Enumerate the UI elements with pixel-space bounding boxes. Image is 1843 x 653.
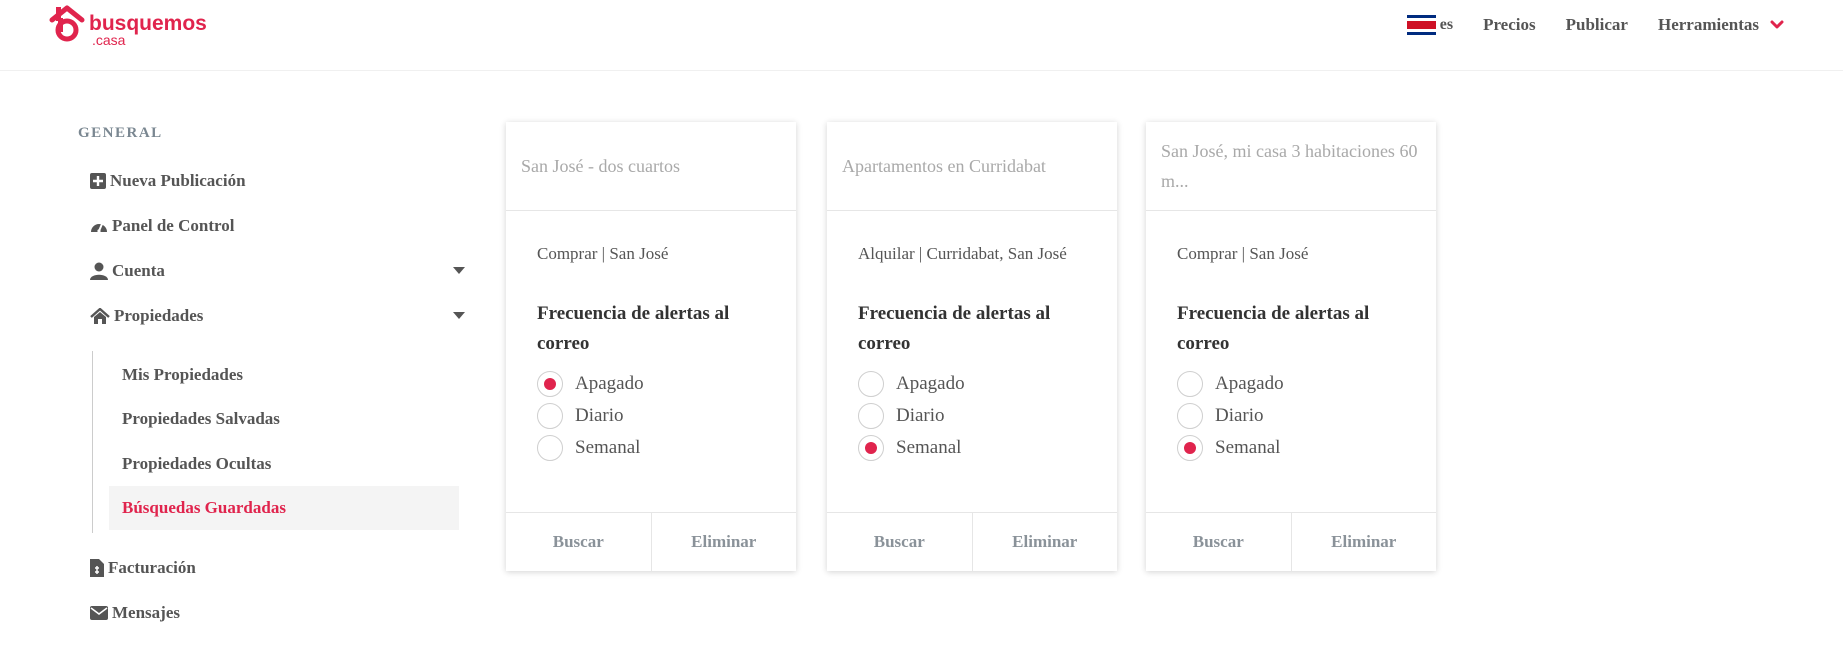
search-title[interactable]: San José, mi casa 3 habitaciones 60 m... [1146,122,1436,211]
radio-option-apagado[interactable]: Apagado [537,368,765,400]
sidebar-item-label: Panel de Control [112,216,235,235]
delete-button[interactable]: Eliminar [971,513,1118,571]
house-logo-icon [49,5,85,42]
saved-search-card: Apartamentos en Curridabat Alquilar | Cu… [827,122,1117,571]
top-header: busquemos .casa es Precios Publicar Herr… [0,0,1843,71]
radio-option-diario[interactable]: Diario [537,400,765,432]
sidebar-item-label: Mensajes [112,603,180,622]
alert-frequency-label: Frecuencia de alertas al correo [858,303,1051,354]
alert-frequency-label: Frecuencia de alertas al correo [1177,303,1370,354]
brand-sub: .casa [92,32,126,48]
radio-option-diario[interactable]: Diario [858,400,1086,432]
card-actions: Buscar Eliminar [827,512,1117,571]
user-icon [90,262,108,280]
nav-link-publicar[interactable]: Publicar [1566,15,1628,35]
radio-button[interactable] [1177,435,1203,461]
sidebar-item-nueva-publicacion[interactable]: Nueva Publicación [90,163,465,199]
nav-link-precios[interactable]: Precios [1483,15,1536,35]
language-selector[interactable]: es [1406,15,1454,35]
sidebar-item-facturacion[interactable]: Facturación [90,550,465,586]
alert-frequency-group: Apagado Diario Semanal [858,368,1086,464]
dashboard-icon [91,223,107,233]
submenu-divider [92,351,93,533]
radio-option-apagado[interactable]: Apagado [1177,368,1405,400]
caret-down-icon [453,312,465,319]
brand-logo[interactable]: busquemos .casa [47,4,227,48]
radio-button[interactable] [858,435,884,461]
radio-option-semanal[interactable]: Semanal [858,432,1086,464]
radio-label: Diario [896,405,945,426]
search-meta: Comprar | San José [537,244,669,263]
radio-button[interactable] [858,403,884,429]
radio-option-semanal[interactable]: Semanal [537,432,765,464]
radio-label: Diario [1215,405,1264,426]
sidebar-subitem-propiedades-salvadas[interactable]: Propiedades Salvadas [109,397,459,441]
envelope-icon [90,606,108,620]
search-title[interactable]: San José - dos cuartos [506,122,796,211]
plus-square-icon [90,173,106,189]
card-actions: Buscar Eliminar [506,512,796,571]
radio-label: Semanal [896,437,962,458]
radio-label: Semanal [575,437,641,458]
sidebar: GENERAL Nueva Publicación Panel de Contr… [0,71,470,653]
home-icon [90,307,110,324]
radio-option-apagado[interactable]: Apagado [858,368,1086,400]
radio-option-diario[interactable]: Diario [1177,400,1405,432]
language-label: es [1439,16,1454,33]
search-button[interactable]: Buscar [506,513,651,571]
radio-label: Semanal [1215,437,1281,458]
caret-down-icon [453,267,465,274]
nav-tools-dropdown[interactable]: Herramientas [1658,15,1785,35]
sidebar-subitem-mis-propiedades[interactable]: Mis Propiedades [109,353,459,397]
sidebar-section-title: GENERAL [78,125,163,141]
radio-label: Apagado [1215,373,1284,394]
search-title[interactable]: Apartamentos en Curridabat [827,122,1117,211]
radio-button[interactable] [537,403,563,429]
sidebar-subitem-busquedas-guardadas[interactable]: Búsquedas Guardadas [109,486,459,530]
nav-tools-label: Herramientas [1657,15,1759,34]
sidebar-item-label: Facturación [108,558,196,577]
search-meta: Comprar | San José [1177,244,1309,263]
search-button[interactable]: Buscar [827,513,972,571]
delete-button[interactable]: Eliminar [1290,513,1437,571]
delete-button[interactable]: Eliminar [650,513,797,571]
sidebar-item-cuenta[interactable]: Cuenta [90,253,465,289]
alert-frequency-label: Frecuencia de alertas al correo [537,303,730,354]
costa-rica-flag-icon [1406,15,1436,35]
radio-label: Apagado [896,373,965,394]
radio-button[interactable] [537,371,563,397]
alert-frequency-group: Apagado Diario Semanal [537,368,765,464]
sidebar-item-propiedades[interactable]: Propiedades [90,298,465,334]
chevron-down-icon [1770,20,1784,29]
radio-option-semanal[interactable]: Semanal [1177,432,1405,464]
sidebar-item-label: Cuenta [112,261,165,280]
radio-label: Apagado [575,373,644,394]
radio-button[interactable] [858,371,884,397]
search-button[interactable]: Buscar [1146,513,1291,571]
sidebar-item-label: Nueva Publicación [110,171,246,190]
sidebar-item-label: Propiedades [114,306,204,325]
sidebar-item-mensajes[interactable]: Mensajes [90,595,465,631]
alert-frequency-group: Apagado Diario Semanal [1177,368,1405,464]
top-nav: es Precios Publicar Herramientas [1406,13,1785,37]
sidebar-subitem-propiedades-ocultas[interactable]: Propiedades Ocultas [109,442,459,486]
saved-search-card: San José, mi casa 3 habitaciones 60 m...… [1146,122,1436,571]
saved-search-card: San José - dos cuartos Comprar | San Jos… [506,122,796,571]
radio-label: Diario [575,405,624,426]
radio-button[interactable] [1177,371,1203,397]
brand-name: busquemos [89,12,207,35]
card-actions: Buscar Eliminar [1146,512,1436,571]
radio-button[interactable] [1177,403,1203,429]
search-meta: Alquilar | Curridabat, San José [858,244,1067,263]
sidebar-item-panel-de-control[interactable]: Panel de Control [90,208,465,244]
radio-button[interactable] [537,435,563,461]
invoice-icon [90,559,104,577]
